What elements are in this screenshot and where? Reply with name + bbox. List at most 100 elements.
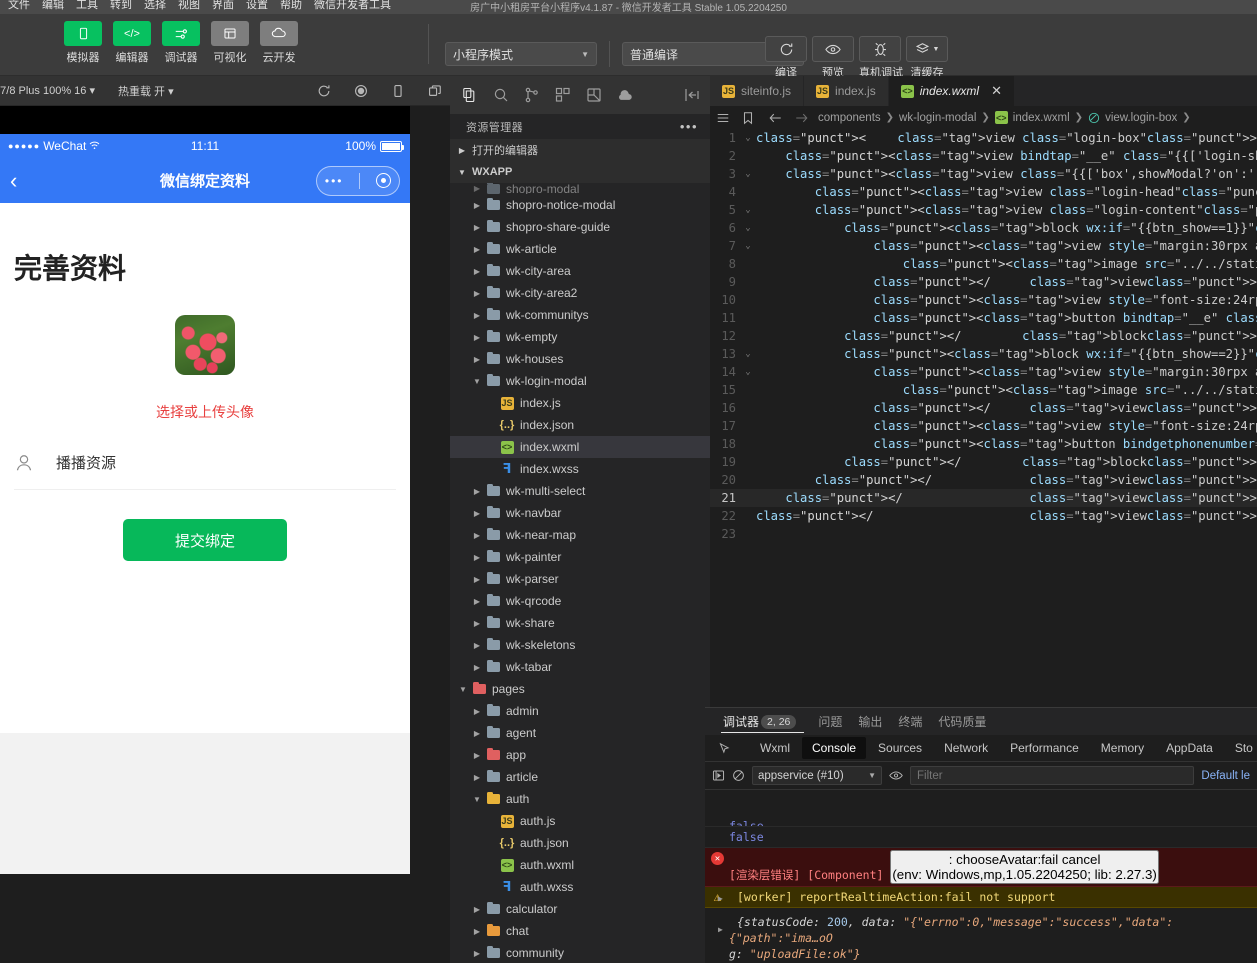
tree-folder[interactable]: ▶shopro-notice-modal [450, 194, 710, 216]
toolbar-button-云开发[interactable]: 云开发 [260, 21, 298, 65]
chevron-right-icon[interactable]: ▶ [470, 663, 484, 672]
tree-folder[interactable]: ▶article [450, 766, 710, 788]
tree-folder[interactable]: ▶calculator [450, 898, 710, 920]
code-line[interactable]: 8 class="punct"><class="tag">image src="… [710, 255, 1257, 273]
fold-chevron-icon[interactable]: ⌄ [740, 237, 756, 255]
chevron-right-icon[interactable]: ▶ [470, 355, 484, 364]
menu-item-文件[interactable]: 文件 [2, 0, 36, 11]
toolbar-action-清缓存[interactable]: ▼清缓存 [906, 36, 948, 80]
clear-console-icon[interactable] [732, 769, 745, 782]
rotate-icon[interactable] [317, 84, 331, 98]
source-control-icon[interactable] [524, 87, 540, 103]
code-line[interactable]: 20 class="punct"></class="tag">viewclass… [710, 471, 1257, 489]
hot-reload-select[interactable]: 热重载 开 ▾ [118, 83, 174, 99]
chevron-right-icon[interactable]: ▶ [470, 751, 484, 760]
code-line[interactable]: 17 class="punct"><class="tag">view style… [710, 417, 1257, 435]
tree-folder[interactable]: ▶wk-tabar [450, 656, 710, 678]
code-line[interactable]: 18 class="punct"><class="tag">button bin… [710, 435, 1257, 453]
editor-tab-siteinfo.js[interactable]: JSsiteinfo.js [710, 76, 804, 106]
toolbar-action-预览[interactable]: 预览 [812, 36, 854, 80]
close-target-icon[interactable] [376, 173, 391, 188]
tree-folder[interactable]: ▶wk-empty [450, 326, 710, 348]
tree-folder[interactable]: ▶wk-communitys [450, 304, 710, 326]
code-line[interactable]: 21 class="punct"></class="tag">viewclass… [710, 489, 1257, 507]
tree-file[interactable]: ꟻindex.wxss [450, 458, 710, 480]
fold-chevron-icon[interactable]: ⌄ [740, 345, 756, 363]
devtools-tab-AppData[interactable]: AppData [1156, 737, 1223, 759]
breadcrumb-item[interactable]: view.login-box [1105, 112, 1177, 124]
chevron-right-icon[interactable]: ▶ [470, 707, 484, 716]
chevron-right-icon[interactable]: ▶ [470, 487, 484, 496]
explorer-section-WXAPP[interactable]: ▼WXAPP [450, 161, 710, 183]
chevron-right-icon[interactable]: ▶ [470, 223, 484, 232]
menu-item-设置[interactable]: 设置 [240, 0, 274, 11]
explorer-section-打开的编辑器[interactable]: ▶打开的编辑器 [450, 139, 710, 161]
code-line[interactable]: 1⌄class="punct"><class="tag">view class=… [710, 129, 1257, 147]
tree-folder[interactable]: ▶wk-painter [450, 546, 710, 568]
submit-bind-button[interactable]: 提交绑定 [123, 519, 287, 561]
tree-folder[interactable]: ▶wk-city-area2 [450, 282, 710, 304]
toolbar-action-真机调试[interactable]: 真机调试 [859, 36, 901, 80]
tree-folder[interactable]: ▼wk-login-modal [450, 370, 710, 392]
chevron-down-icon[interactable]: ▼ [470, 377, 484, 386]
tree-folder[interactable]: ▶wk-city-area [450, 260, 710, 282]
back-arrow-icon[interactable]: ‹ [10, 170, 17, 192]
chevron-right-icon[interactable]: ▶ [470, 949, 484, 958]
code-line[interactable]: 14⌄ class="punct"><class="tag">view styl… [710, 363, 1257, 381]
chevron-right-icon[interactable]: ▶ [470, 184, 484, 193]
collapse-icon[interactable] [684, 87, 700, 103]
toolbar-button-调试器[interactable]: 调试器 [162, 21, 200, 65]
search-icon[interactable] [493, 87, 509, 103]
menu-item-界面[interactable]: 界面 [206, 0, 240, 11]
panel-tab-终端[interactable]: 终端 [890, 708, 930, 735]
wechat-capsule-buttons[interactable]: ••• [316, 166, 400, 196]
breadcrumb-item[interactable]: index.wxml [1013, 112, 1070, 124]
console-filter-input[interactable] [910, 766, 1194, 785]
execute-icon[interactable] [712, 769, 725, 782]
fold-chevron-icon[interactable]: ⌄ [740, 219, 756, 237]
tree-file[interactable]: JSindex.js [450, 392, 710, 414]
toolbar-button-模拟器[interactable]: 模拟器 [64, 21, 102, 65]
chevron-down-icon[interactable]: ▼ [470, 795, 484, 804]
chevron-right-icon[interactable]: ▶ [470, 927, 484, 936]
chevron-right-icon[interactable]: ▶ [470, 905, 484, 914]
console-context-select[interactable]: appservice (#10) ▼ [752, 766, 882, 785]
tree-folder[interactable]: ▶shopro-modal [450, 183, 710, 194]
toolbar-button-编辑器[interactable]: </>编辑器 [113, 21, 151, 65]
more-dots-icon[interactable]: ••• [325, 174, 344, 188]
code-line[interactable]: 22class="punct"></class="tag">viewclass=… [710, 507, 1257, 525]
cloud-icon[interactable] [617, 87, 633, 103]
tree-folder[interactable]: ▶shopro-share-guide [450, 216, 710, 238]
device-icon[interactable] [391, 84, 405, 98]
code-line[interactable]: 15 class="punct"><class="tag">image src=… [710, 381, 1257, 399]
menu-item-视图[interactable]: 视图 [172, 0, 206, 11]
expand-triangle-icon[interactable]: ▶ [718, 922, 723, 938]
devtools-tab-Memory[interactable]: Memory [1091, 737, 1154, 759]
tree-file[interactable]: ꟻauth.wxss [450, 876, 710, 898]
outline-icon[interactable] [716, 111, 730, 125]
code-line[interactable]: 16 class="punct"></class="tag">viewclass… [710, 399, 1257, 417]
chevron-down-icon[interactable]: ▼ [456, 685, 470, 694]
tree-folder[interactable]: ▶agent [450, 722, 710, 744]
avatar-upload-hint[interactable]: 选择或上传头像 [0, 402, 410, 422]
fold-chevron-icon[interactable]: ⌄ [740, 201, 756, 219]
fold-chevron-icon[interactable]: ⌄ [740, 363, 756, 381]
nickname-value[interactable]: 播播资源 [56, 452, 116, 473]
code-line[interactable]: 2 class="punct"><class="tag">view bindta… [710, 147, 1257, 165]
tree-folder[interactable]: ▼auth [450, 788, 710, 810]
back-icon[interactable] [768, 111, 783, 125]
tree-folder[interactable]: ▶wk-near-map [450, 524, 710, 546]
code-line[interactable]: 4 class="punct"><class="tag">view class=… [710, 183, 1257, 201]
tree-folder[interactable]: ▼pages [450, 678, 710, 700]
project-mode-select[interactable]: 小程序模式 ▼ [445, 42, 597, 66]
toolbar-action-编译[interactable]: 编译 [765, 36, 807, 80]
inspect-element-icon[interactable] [711, 742, 738, 755]
code-line[interactable]: 9 class="punct"></class="tag">viewclass=… [710, 273, 1257, 291]
code-editor[interactable]: 1⌄class="punct"><class="tag">view class=… [710, 129, 1257, 707]
windows-icon[interactable] [428, 84, 442, 98]
device-select[interactable]: 6/7/8 Plus 100% 16 ▾ [0, 84, 95, 97]
devtools-tab-Network[interactable]: Network [934, 737, 998, 759]
tree-folder[interactable]: ▶app [450, 744, 710, 766]
breadcrumb-item[interactable]: wk-login-modal [899, 112, 976, 124]
fold-chevron-icon[interactable]: ⌄ [740, 165, 756, 183]
